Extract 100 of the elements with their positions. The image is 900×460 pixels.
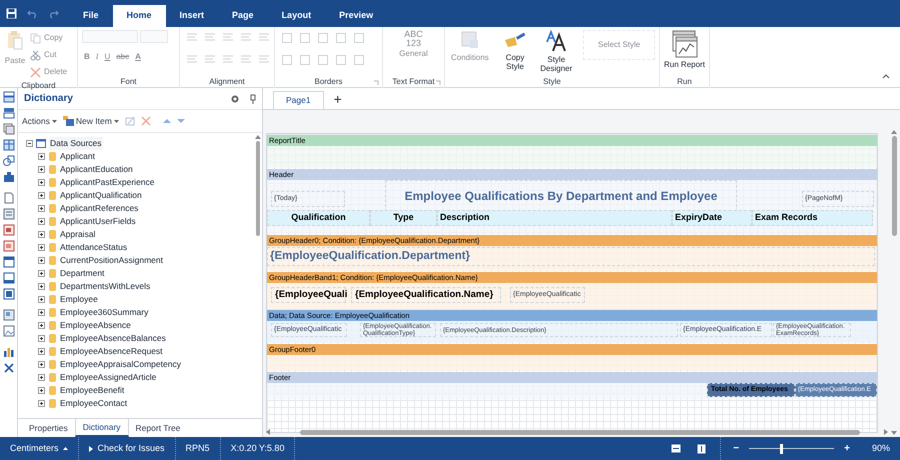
pin-icon[interactable] [250,94,256,104]
slider-thumb[interactable] [780,444,783,454]
tree-item[interactable]: ApplicantReferences [60,202,138,215]
field-expression[interactable]: {EmployeeQualification.Name} [351,287,501,303]
tree-item[interactable]: ApplicantPastExperience [60,176,155,189]
menu-tab[interactable]: Page [218,5,268,27]
puzzle-icon[interactable] [2,171,14,183]
fit-page-icon[interactable] [697,444,706,454]
style-button[interactable]: Copy Style [494,30,536,71]
window-icon[interactable] [2,256,14,268]
column-header[interactable]: Type [370,210,437,226]
zoom-in-button[interactable]: + [844,441,850,456]
expand-icon[interactable] [38,335,45,342]
tree-item[interactable]: ApplicantQualification [60,189,142,202]
undo-icon[interactable] [27,8,38,19]
tree-item[interactable]: Employee [60,293,98,306]
scrollbar-thumb[interactable] [256,141,260,236]
font-name-field[interactable] [82,30,138,43]
menu-tab[interactable]: Layout [268,5,326,27]
menu-tab[interactable]: Insert [166,5,218,27]
scroll-down-icon[interactable] [891,431,897,435]
font-size-field[interactable] [140,30,168,43]
window-icon[interactable] [2,272,14,284]
tree-item[interactable]: EmployeeAbsenceBalances [60,332,166,345]
table-icon[interactable] [2,139,14,151]
tree-item[interactable]: CurrentPositionAssignment [60,254,163,267]
tree-item[interactable]: EmployeeBenefit [60,384,124,397]
new-item-menu[interactable]: New Item [62,114,119,128]
zoom-slider[interactable] [749,444,834,454]
add-page-button[interactable]: + [332,89,344,109]
expand-icon[interactable] [38,257,45,264]
expand-icon[interactable] [38,348,45,355]
image-icon[interactable] [2,325,14,337]
text-box-icon[interactable] [2,240,14,252]
expand-icon[interactable] [38,322,45,329]
tree-item[interactable]: EmployeeAbsence [60,319,131,332]
chart-icon[interactable] [2,346,14,358]
scroll-up-icon[interactable] [891,130,897,134]
expand-icon[interactable] [38,270,45,277]
field-expression[interactable]: {EmployeeQuali [271,287,346,303]
collapse-icon[interactable] [882,73,890,79]
panel-tab[interactable]: Dictionary [74,419,129,437]
tree-item[interactable]: Data Sources [49,137,102,150]
check-issues-button[interactable]: Check for Issues [78,437,176,460]
actions-menu[interactable]: Actions [22,114,57,128]
expand-icon[interactable] [38,400,45,407]
tree-item[interactable]: EmployeeAbsenceRequest [60,345,163,358]
tree-item[interactable]: EmployeeAppraisalCompetency [60,358,181,371]
save-icon[interactable] [6,8,17,19]
units-menu[interactable]: Centimeters [0,437,79,460]
tree-item[interactable]: EmployeeAssignedArticle [60,371,156,384]
tree-item[interactable]: AttendanceStatus [60,241,128,254]
run-report-button[interactable]: Run Report [664,30,705,71]
band-icon[interactable] [2,91,14,103]
expand-icon[interactable] [38,283,45,290]
expand-icon[interactable] [38,192,45,199]
text-box-icon[interactable] [2,224,14,236]
panel-tab[interactable]: Properties [22,419,75,437]
tree-item[interactable]: Department [60,267,104,280]
band-icon[interactable] [2,107,14,119]
tree-item[interactable]: Appraisal [60,228,96,241]
scrollbar-thumb[interactable] [892,136,896,236]
expand-icon[interactable] [38,296,45,303]
tree-item[interactable]: Employee360Summary [60,306,148,319]
fit-width-icon[interactable] [671,444,682,453]
column-header[interactable]: Qualification [267,210,370,226]
tree-item[interactable]: Applicant [60,150,95,163]
expand-icon[interactable] [38,309,45,316]
menu-tab[interactable]: Home [112,5,166,27]
page-icon[interactable] [2,192,14,204]
scrollbar-thumb[interactable] [300,430,860,434]
column-header[interactable]: ExpiryDate [672,210,752,226]
band-body[interactable]: {EmployeeQualification.Department} [267,246,877,271]
expand-icon[interactable] [38,387,45,394]
list-icon[interactable] [2,208,14,220]
field-expression[interactable]: {EmployeeQualification.Department} [267,247,875,266]
scroll-left-icon[interactable] [266,429,270,435]
zoom-out-button[interactable]: − [733,441,740,456]
collapse-icon[interactable] [26,140,33,147]
tree-item[interactable]: DepartmentsWithLevels [60,280,150,293]
expand-icon[interactable] [38,205,45,212]
menu-tab[interactable]: File [69,5,113,27]
image-icon[interactable] [2,309,14,321]
redo-icon[interactable] [48,8,59,19]
expand-icon[interactable] [38,153,45,160]
expand-icon[interactable] [38,374,45,381]
scroll-right-icon[interactable] [884,429,888,435]
tree-item[interactable]: ApplicantUserFields [60,215,136,228]
column-header[interactable]: Exam Records [752,210,873,226]
page-tab[interactable]: Page1 [273,91,324,109]
expand-icon[interactable] [38,244,45,251]
tools-icon[interactable] [2,362,14,374]
panel-icon[interactable] [2,288,14,300]
expand-icon[interactable] [38,361,45,368]
scroll-up-icon[interactable] [255,135,261,139]
style-button[interactable]: Style Designer [539,30,574,73]
column-header[interactable]: Description [437,210,672,226]
expand-icon[interactable] [38,179,45,186]
shapes-icon[interactable] [2,155,14,167]
pages-icon[interactable] [2,123,14,135]
